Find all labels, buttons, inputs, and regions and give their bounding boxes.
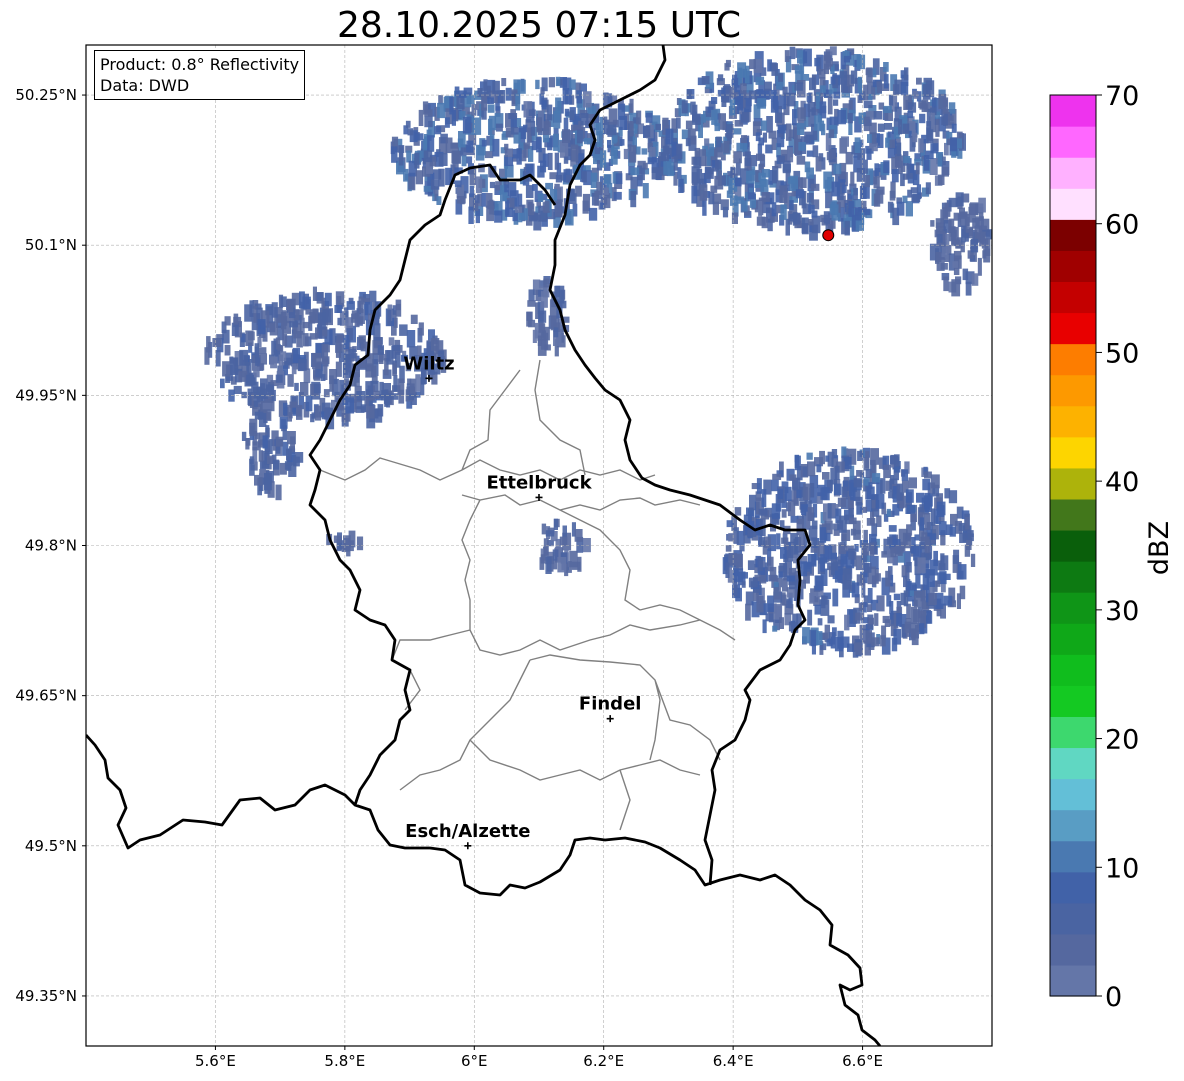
colorbar-swatch (1050, 312, 1096, 345)
colorbar-tick-label: 0 (1105, 982, 1122, 1013)
colorbar-tick-label: 50 (1105, 338, 1139, 369)
colorbar-tick-label: 10 (1105, 853, 1139, 884)
colorbar-tick-label: 30 (1105, 596, 1139, 627)
colorbar-swatch (1050, 964, 1096, 997)
colorbar-swatch (1050, 219, 1096, 251)
colorbar-swatch (1050, 250, 1096, 283)
colorbar-swatch (1050, 747, 1096, 780)
colorbar-swatch (1050, 716, 1096, 749)
colorbar-swatch (1050, 188, 1096, 220)
colorbar-swatch (1050, 933, 1096, 966)
colorbar-swatch (1050, 157, 1096, 189)
colorbar-swatch (1050, 561, 1096, 593)
colorbar-swatch (1050, 529, 1096, 562)
colorbar-swatch (1050, 840, 1096, 873)
colorbar-tick-label: 40 (1105, 467, 1139, 498)
colorbar-swatch (1050, 343, 1096, 376)
colorbar-swatch (1050, 809, 1096, 842)
colorbar-swatch (1050, 592, 1096, 624)
colorbar-swatch (1050, 902, 1096, 935)
colorbar-swatch (1050, 685, 1096, 717)
colorbar-tick-label: 20 (1105, 725, 1139, 756)
colorbar-swatch (1050, 467, 1096, 500)
colorbar-swatches (1050, 95, 1096, 997)
colorbar-swatch (1050, 623, 1096, 655)
colorbar-swatch (1050, 871, 1096, 904)
colorbar-swatch (1050, 95, 1096, 127)
colorbar-swatch (1050, 778, 1096, 811)
colorbar-label: dBZ (1144, 521, 1175, 575)
colorbar-swatch (1050, 498, 1096, 531)
colorbar-swatch (1050, 126, 1096, 158)
colorbar-tick-label: 70 (1105, 81, 1139, 112)
colorbar: 0 10 20 30 40 50 60 70 dBZ (1049, 81, 1175, 1013)
colorbar-swatch (1050, 405, 1096, 438)
colorbar-swatch (1050, 374, 1096, 407)
colorbar-swatch (1050, 436, 1096, 469)
colorbar-swatch (1050, 281, 1096, 314)
colorbar-swatch (1050, 654, 1096, 686)
colorbar-ticks: 0 10 20 30 40 50 60 70 (1096, 81, 1139, 1013)
colorbar-tick-label: 60 (1105, 210, 1139, 241)
